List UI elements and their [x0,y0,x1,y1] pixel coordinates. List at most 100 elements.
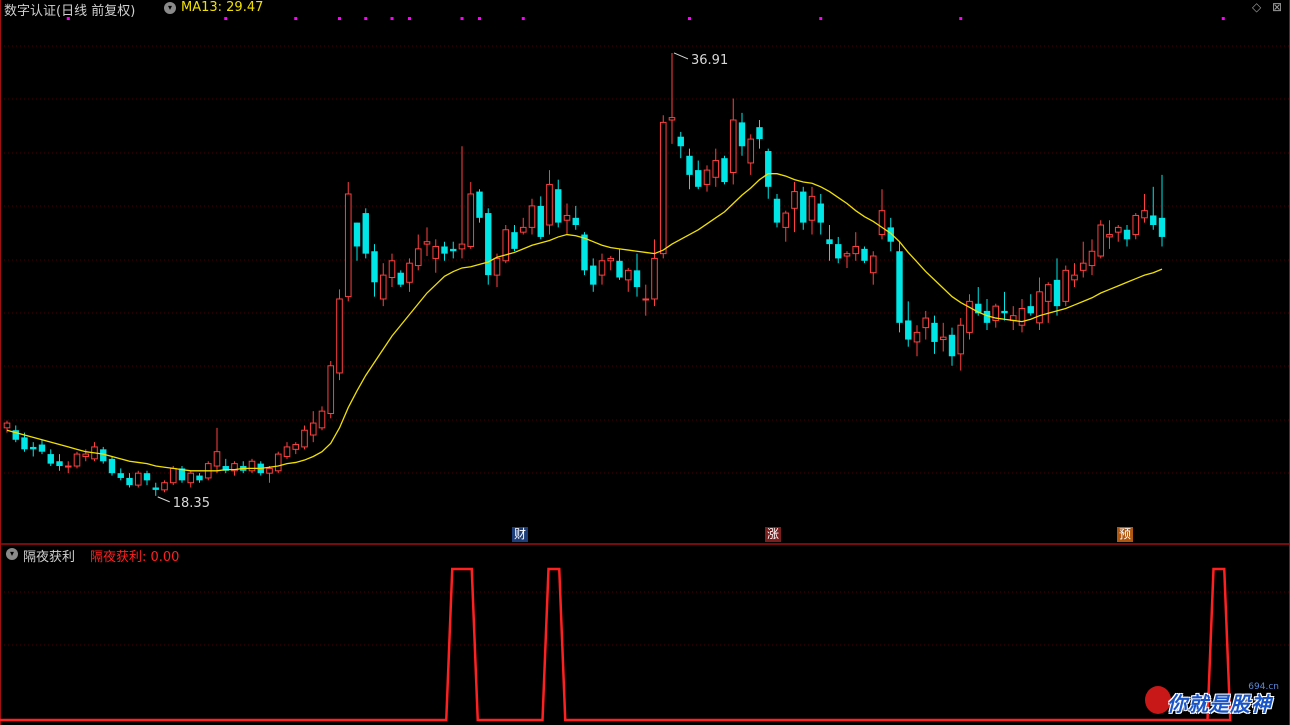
candle-body-up [1071,274,1078,281]
candle-body-down [143,473,151,481]
candle [64,461,72,474]
signal-dot [408,17,411,20]
candle-body-up [852,245,860,255]
candle [992,303,1000,328]
signal-dot [478,17,481,20]
candle [852,232,860,261]
candle [240,461,247,474]
candle-body-up [1079,262,1087,271]
candle [572,205,579,230]
candle-body-down [353,222,361,247]
candle [1018,298,1026,333]
candle-body-up [292,444,300,450]
candle [301,425,308,450]
candle-body-down [677,136,684,147]
candle [222,458,229,474]
candle [73,451,81,469]
candle [782,210,790,242]
candle-body-down [800,191,807,223]
candle-body-up [414,248,422,267]
candle [616,248,623,280]
candle [624,267,632,292]
candle [108,456,116,476]
candle-body-up [318,410,326,429]
candle-body-up [344,193,352,298]
candle [835,236,842,264]
candle-body-up [1097,224,1105,257]
candle-body-down [362,213,369,254]
candle-body-down [511,232,518,249]
candle-body-up [782,212,790,228]
candle [134,470,142,488]
candle [677,131,684,159]
candle [896,241,903,333]
candle-body-up [1036,291,1043,324]
candle [353,222,361,261]
candle-body-up [82,453,90,457]
candle-body-down [826,239,833,245]
candle [1044,282,1052,323]
candle-body-up [161,482,168,491]
chart-title: 数字认证(日线 前复权) [4,4,136,19]
candle-body-up [213,451,221,467]
forecast-badge[interactable]: 预 [1117,527,1134,542]
candlesticks[interactable] [3,52,1166,496]
candle-body-up [668,117,676,121]
low-marker-arrow [157,496,170,503]
candle-body-up [1088,250,1096,267]
candle [467,182,475,249]
candle [318,406,326,431]
candle [1150,186,1157,230]
candle-body-up [651,257,658,300]
limit-up-badge[interactable]: 涨 [765,527,782,542]
candle [931,315,938,354]
candle-body-down [441,246,448,254]
candle-body-up [274,453,282,472]
ma13-value-label: MA13: 29.47 [181,0,264,15]
candle [1114,225,1122,242]
candle [1009,306,1017,330]
candle [152,482,159,496]
candle [948,327,956,366]
candle [476,189,483,223]
extreme-markers: 36.91 18.35 [157,52,728,511]
candle [423,227,431,257]
candle-body-up [598,260,606,276]
candle-body-down [765,151,772,187]
candle [887,217,894,252]
ma-toggle-button[interactable]: ▾ [164,2,176,14]
candle-body-down [476,191,483,218]
close-icon[interactable]: ⊠ [1272,0,1282,14]
candle-body-down [371,251,378,283]
signal-dot [364,17,368,20]
candle [397,270,404,288]
candle-body-down [686,155,693,175]
candle-body-up [869,255,877,274]
candle [458,146,466,259]
candle [47,449,54,467]
indicator-toggle-button[interactable]: ▾ [6,548,18,560]
candle-body-up [379,274,387,300]
candle-body-up [642,298,650,301]
candle-body-up [747,138,755,164]
candle-body-up [607,257,615,262]
candle [178,466,186,483]
diamond-icon[interactable]: ◇ [1252,0,1261,14]
candle [633,253,641,297]
candle [966,294,973,340]
candle [747,134,755,175]
candle-body-up [546,183,553,226]
candle [922,310,930,340]
candle-body-down [695,170,702,187]
candle [537,196,544,240]
candle [563,203,571,235]
finance-report-badge[interactable]: 财 [512,527,529,542]
candle-body-down [633,270,641,288]
candle [1027,294,1034,316]
signal-dot [1221,17,1225,20]
candle [283,442,291,459]
candle [913,325,921,357]
candle-body-up [519,226,527,233]
candle [800,186,807,230]
candle-body-down [861,248,868,261]
